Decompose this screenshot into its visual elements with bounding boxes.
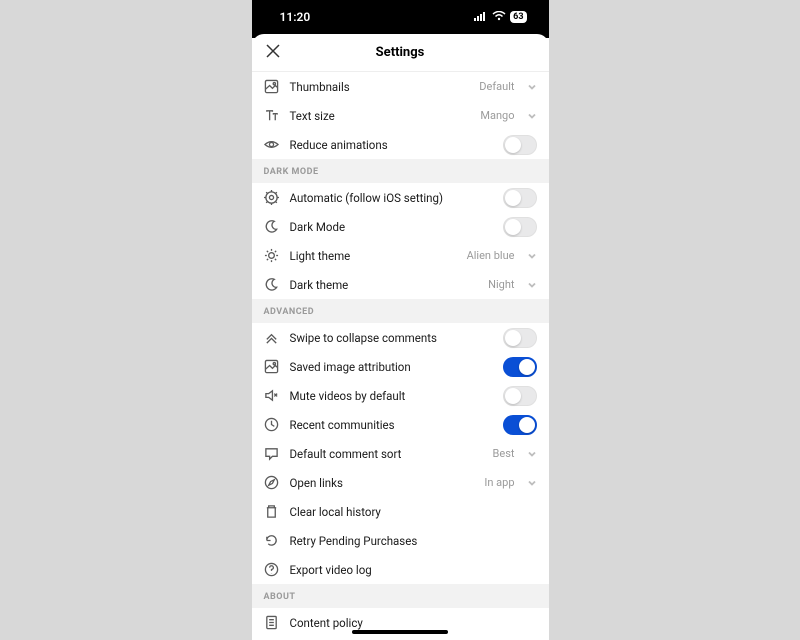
row-label: Recent communities — [290, 418, 493, 432]
row-dark-mode[interactable]: Dark Mode — [252, 212, 549, 241]
row-label: Dark Mode — [290, 220, 493, 234]
row-default-sort[interactable]: Default comment sort Best — [252, 439, 549, 468]
compass-icon — [264, 475, 280, 491]
row-retry-purchases[interactable]: Retry Pending Purchases — [252, 526, 549, 555]
row-mute-default[interactable]: Mute videos by default — [252, 381, 549, 410]
settings-list: Thumbnails Default Text size Mango Reduc… — [252, 72, 549, 640]
row-clear-history[interactable]: Clear local history — [252, 497, 549, 526]
text-size-icon — [264, 108, 280, 124]
row-value: Mango — [480, 109, 514, 122]
page-title: Settings — [252, 45, 549, 60]
row-label: Open links — [290, 476, 475, 490]
row-swipe-collapse[interactable]: Swipe to collapse comments — [252, 323, 549, 352]
row-auto-ios[interactable]: Automatic (follow iOS setting) — [252, 183, 549, 212]
document-icon — [264, 615, 280, 631]
image-icon — [264, 359, 280, 375]
chevron-down-icon — [527, 449, 537, 459]
row-label: Content policy — [290, 616, 537, 630]
signal-icon — [474, 10, 488, 24]
mute-icon — [264, 388, 280, 404]
row-text-size[interactable]: Text size Mango — [252, 101, 549, 130]
toggle-swipe-collapse[interactable] — [503, 328, 537, 348]
row-open-links[interactable]: Open links In app — [252, 468, 549, 497]
status-bar: 11:20 63 — [252, 0, 549, 38]
row-export-video[interactable]: Export video log — [252, 555, 549, 584]
chevron-down-icon — [527, 280, 537, 290]
section-dark-mode: DARK MODE — [252, 159, 549, 183]
row-label: Default comment sort — [290, 447, 483, 461]
row-label: Swipe to collapse comments — [290, 331, 493, 345]
toggle-reduce-animations[interactable] — [503, 135, 537, 155]
close-button[interactable] — [264, 42, 282, 64]
home-indicator — [352, 630, 448, 634]
toggle-auto-ios[interactable] — [503, 188, 537, 208]
row-recent-communities[interactable]: Recent communities — [252, 410, 549, 439]
row-value: Default — [479, 80, 514, 93]
comment-icon — [264, 446, 280, 462]
row-label: Clear local history — [290, 505, 537, 519]
moon-icon — [264, 219, 280, 235]
toggle-recent-communities[interactable] — [503, 415, 537, 435]
row-value: Night — [488, 278, 514, 291]
image-icon — [264, 79, 280, 95]
collapse-icon — [264, 330, 280, 346]
gear-icon — [264, 190, 280, 206]
help-icon — [264, 562, 280, 578]
row-dark-theme[interactable]: Dark theme Night — [252, 270, 549, 299]
trash-icon — [264, 504, 280, 520]
section-advanced: ADVANCED — [252, 299, 549, 323]
chevron-down-icon — [527, 478, 537, 488]
chevron-down-icon — [527, 251, 537, 261]
clock-icon — [264, 417, 280, 433]
row-label: Light theme — [290, 249, 457, 263]
row-reduce-animations[interactable]: Reduce animations — [252, 130, 549, 159]
row-light-theme[interactable]: Light theme Alien blue — [252, 241, 549, 270]
chevron-down-icon — [527, 111, 537, 121]
eye-icon — [264, 137, 280, 153]
section-about: ABOUT — [252, 584, 549, 608]
row-value: Alien blue — [467, 249, 515, 262]
row-label: Retry Pending Purchases — [290, 534, 537, 548]
row-value: Best — [493, 447, 515, 460]
nav-header: Settings — [252, 34, 549, 72]
toggle-saved-attribution[interactable] — [503, 357, 537, 377]
row-label: Mute videos by default — [290, 389, 493, 403]
refresh-icon — [264, 533, 280, 549]
row-label: Dark theme — [290, 278, 479, 292]
row-label: Reduce animations — [290, 138, 493, 152]
status-time: 11:20 — [280, 10, 311, 24]
row-label: Automatic (follow iOS setting) — [290, 191, 493, 205]
toggle-mute-default[interactable] — [503, 386, 537, 406]
moon-icon — [264, 277, 280, 293]
battery-indicator: 63 — [510, 11, 526, 23]
chevron-down-icon — [527, 82, 537, 92]
row-label: Export video log — [290, 563, 537, 577]
sun-icon — [264, 248, 280, 264]
phone-frame: 11:20 63 Settings Thumbnails Default Tex… — [252, 0, 549, 640]
row-label: Thumbnails — [290, 80, 470, 94]
row-thumbnails[interactable]: Thumbnails Default — [252, 72, 549, 101]
row-label: Saved image attribution — [290, 360, 493, 374]
status-right: 63 — [474, 10, 526, 24]
toggle-dark-mode[interactable] — [503, 217, 537, 237]
wifi-icon — [492, 10, 506, 24]
row-label: Text size — [290, 109, 471, 123]
row-saved-attribution[interactable]: Saved image attribution — [252, 352, 549, 381]
row-value: In app — [484, 476, 514, 489]
